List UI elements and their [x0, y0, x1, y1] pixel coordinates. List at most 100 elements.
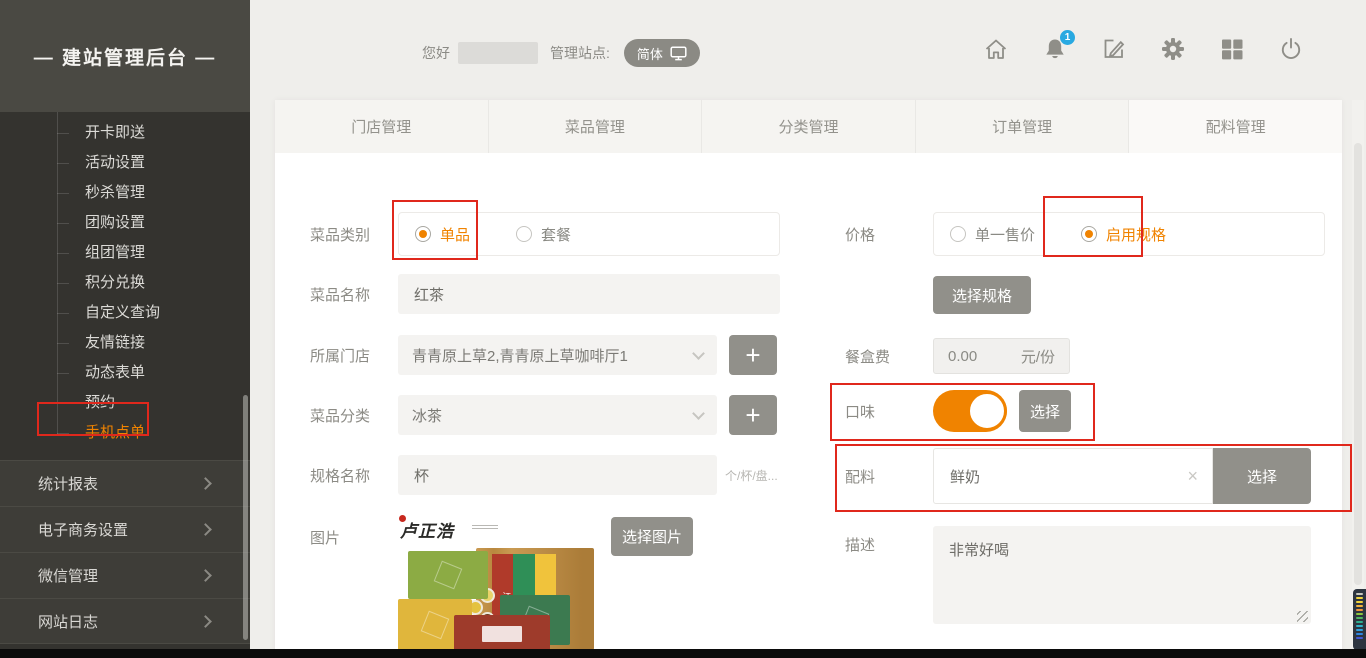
ingredient-label: 配料 — [845, 466, 933, 487]
tab-category-manage[interactable]: 分类管理 — [702, 100, 916, 153]
sidebar-item-points[interactable]: 积分兑换 — [0, 268, 250, 298]
box-fee-row: 餐盒费 0.00 元/份 — [845, 338, 1325, 374]
clear-icon[interactable]: × — [1187, 466, 1198, 487]
bell-icon[interactable]: 1 — [1042, 36, 1068, 62]
sidebar: — 建站管理后台 — 开卡即送 活动设置 秒杀管理 团购设置 组团管理 积分兑换… — [0, 0, 250, 658]
sidebar-item-links[interactable]: 友情链接 — [0, 328, 250, 358]
sidebar-group-sitelog[interactable]: 网站日志 — [0, 598, 250, 644]
sidebar-item-seckill[interactable]: 秒杀管理 — [0, 178, 250, 208]
description-label: 描述 — [845, 526, 933, 555]
form-left-column: 菜品类别 单品 套餐 菜品名称 所属门店 青青原上草2,青青原上草咖啡厅1 — [310, 212, 780, 653]
add-store-button[interactable]: + — [729, 335, 777, 375]
sidebar-item-card-gift[interactable]: 开卡即送 — [0, 118, 250, 148]
tab-ingredient-manage[interactable]: 配料管理 — [1129, 100, 1342, 153]
sidebar-item-groupbuy[interactable]: 团购设置 — [0, 208, 250, 238]
palette-widget[interactable] — [1353, 589, 1366, 650]
radio-dot — [950, 226, 966, 242]
chevron-right-icon — [199, 569, 212, 582]
description-textarea[interactable]: 非常好喝 — [933, 526, 1311, 624]
radio-dot — [516, 226, 532, 242]
chevron-right-icon — [199, 615, 212, 628]
ingredient-choose-button[interactable]: 选择 — [1213, 448, 1311, 504]
flavor-toggle[interactable] — [933, 390, 1007, 432]
dish-class-label: 菜品分类 — [310, 405, 398, 426]
flavor-choose-button[interactable]: 选择 — [1019, 390, 1071, 432]
image-label: 图片 — [310, 515, 398, 548]
store-dropdown[interactable]: 青青原上草2,青青原上草咖啡厅1 — [398, 335, 717, 375]
box-fee-field[interactable]: 0.00 元/份 — [933, 338, 1070, 374]
gear-icon[interactable] — [1160, 36, 1186, 62]
radio-label: 启用规格 — [1106, 224, 1166, 245]
description-row: 描述 非常好喝 — [845, 526, 1325, 628]
dish-category-row: 菜品类别 单品 套餐 — [310, 212, 780, 256]
brand-logo-text: 卢正浩 — [400, 517, 454, 542]
box-fee-value: 0.00 — [948, 348, 977, 365]
sidebar-item-customquery[interactable]: 自定义查询 — [0, 298, 250, 328]
bottom-edge-strip — [0, 649, 1366, 658]
site-label: 管理站点: — [550, 43, 610, 63]
flavor-label: 口味 — [845, 401, 933, 422]
group-label: 统计报表 — [38, 473, 98, 494]
price-row: 价格 单一售价 启用规格 — [845, 212, 1325, 256]
store-row: 所属门店 青青原上草2,青青原上草咖啡厅1 + — [310, 335, 780, 375]
radio-set-meal[interactable]: 套餐 — [516, 224, 571, 245]
dish-category-radio-group: 单品 套餐 — [398, 212, 780, 256]
group-label: 微信管理 — [38, 565, 98, 586]
power-icon[interactable] — [1278, 36, 1304, 62]
store-label: 所属门店 — [310, 345, 398, 366]
choose-spec-row: 选择规格 — [845, 276, 1325, 314]
dish-name-input[interactable] — [398, 274, 780, 314]
sidebar-group-wechat[interactable]: 微信管理 — [0, 552, 250, 598]
tab-store-manage[interactable]: 门店管理 — [275, 100, 489, 153]
sidebar-menu: 开卡即送 活动设置 秒杀管理 团购设置 组团管理 积分兑换 自定义查询 友情链接… — [0, 112, 250, 448]
radio-label: 单品 — [440, 224, 470, 245]
sidebar-group-statistics[interactable]: 统计报表 — [0, 460, 250, 506]
home-icon[interactable] — [983, 36, 1009, 62]
tab-dish-manage[interactable]: 菜品管理 — [489, 100, 703, 153]
form-right-column: 价格 单一售价 启用规格 选择规格 餐盒费 0.00 元/份 — [845, 212, 1325, 628]
page-scrollbar-thumb[interactable] — [1354, 143, 1362, 585]
chevron-right-icon — [199, 523, 212, 536]
dish-image-preview: 卢正浩 江南 绝 — [398, 515, 603, 653]
chevron-right-icon — [199, 477, 212, 490]
greeting-text: 您好 — [422, 43, 450, 63]
tea-box-red — [454, 615, 550, 653]
ingredient-row: 配料 鲜奶 × 选择 — [845, 448, 1325, 504]
tab-order-manage[interactable]: 订单管理 — [916, 100, 1130, 153]
add-class-button[interactable]: + — [729, 395, 777, 435]
sidebar-item-reservation[interactable]: 预约 — [0, 388, 250, 418]
choose-image-button[interactable]: 选择图片 — [611, 517, 693, 556]
flavor-row: 口味 选择 — [845, 390, 1325, 432]
dish-name-label: 菜品名称 — [310, 284, 398, 305]
username-redacted — [458, 42, 538, 64]
box-emblem — [421, 611, 450, 640]
sidebar-item-activity[interactable]: 活动设置 — [0, 148, 250, 178]
dish-class-dropdown-value: 冰茶 — [412, 405, 442, 426]
group-label: 网站日志 — [38, 611, 98, 632]
content-card: 门店管理 菜品管理 分类管理 订单管理 配料管理 菜品类别 单品 套餐 菜品名称 — [275, 100, 1342, 658]
box-fee-unit: 元/份 — [1021, 346, 1055, 367]
radio-enable-spec[interactable]: 启用规格 — [1081, 224, 1166, 245]
radio-single-item[interactable]: 单品 — [415, 224, 470, 245]
choose-spec-button[interactable]: 选择规格 — [933, 276, 1031, 314]
sidebar-group-ecommerce[interactable]: 电子商务设置 — [0, 506, 250, 552]
price-label: 价格 — [845, 224, 933, 245]
site-switcher-button[interactable]: 简体 — [624, 39, 700, 67]
spec-name-input[interactable] — [398, 455, 717, 495]
edit-icon[interactable] — [1101, 36, 1127, 62]
radio-label: 套餐 — [541, 224, 571, 245]
sidebar-scrollbar[interactable] — [243, 395, 248, 640]
ingredient-input[interactable]: 鲜奶 × — [933, 448, 1213, 504]
sidebar-item-mobile-order[interactable]: 手机点单 — [0, 418, 250, 448]
chevron-down-icon — [692, 407, 705, 420]
resize-handle[interactable] — [1297, 611, 1308, 622]
toggle-knob — [967, 391, 1007, 431]
sidebar-item-dynamicform[interactable]: 动态表单 — [0, 358, 250, 388]
dish-class-dropdown[interactable]: 冰茶 — [398, 395, 717, 435]
sidebar-item-groupmanage[interactable]: 组团管理 — [0, 238, 250, 268]
radio-single-price[interactable]: 单一售价 — [950, 224, 1035, 245]
radio-label: 单一售价 — [975, 224, 1035, 245]
spec-name-hint: 个/杯/盘... — [725, 467, 778, 484]
box-fee-label: 餐盒费 — [845, 346, 933, 367]
grid-icon[interactable] — [1219, 36, 1245, 62]
